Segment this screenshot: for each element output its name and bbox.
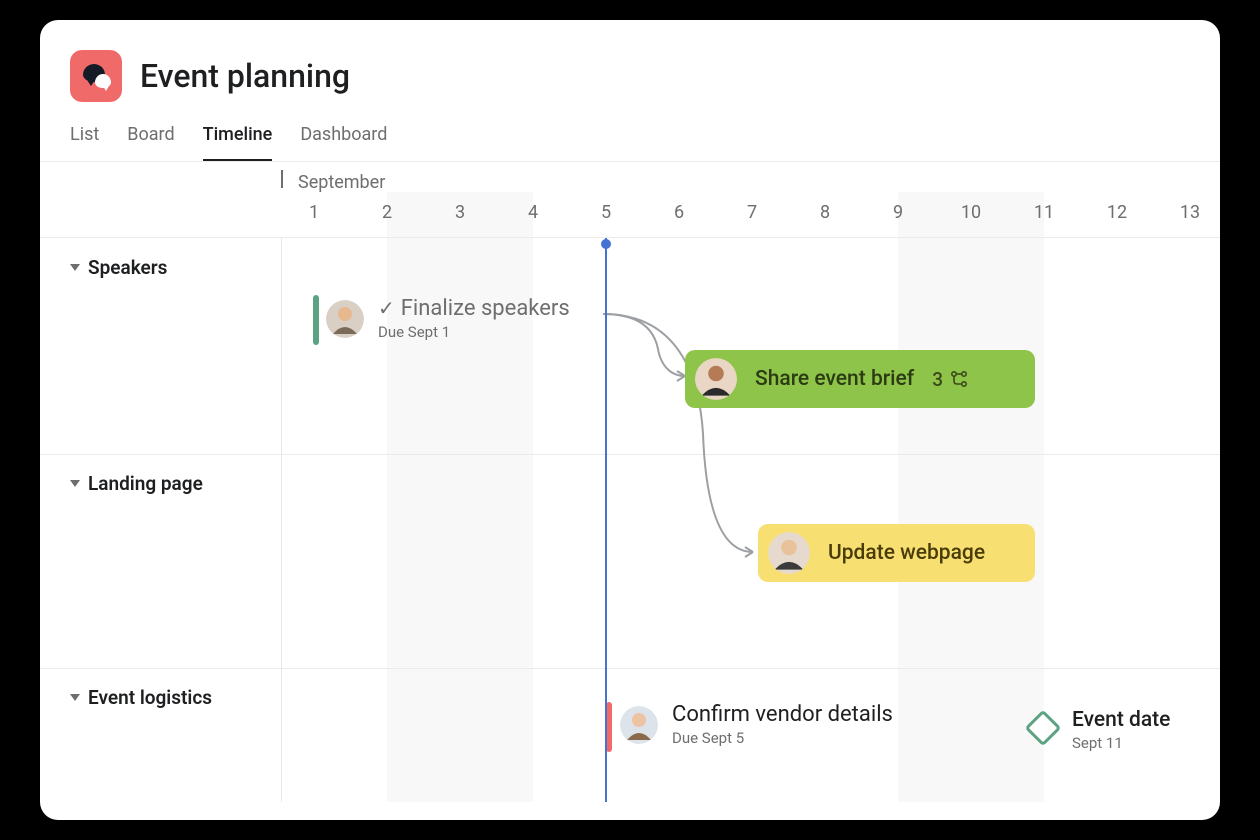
task-confirm-vendor-details[interactable]: Confirm vendor details Due Sept 5 [620, 702, 893, 747]
milestone-subtitle: Sept 11 [1072, 734, 1170, 752]
date-header: 6 [674, 202, 684, 223]
milestone-event-date[interactable]: Event date Sept 11 [1072, 708, 1170, 752]
task-title: Confirm vendor details [672, 702, 893, 727]
assignee-avatar[interactable] [768, 532, 810, 574]
check-icon: ✓ [378, 296, 395, 320]
month-tick [281, 170, 283, 188]
assignee-avatar[interactable] [326, 300, 364, 338]
caret-down-icon [70, 264, 80, 271]
date-header: 7 [747, 202, 757, 223]
app-window: Event planning List Board Timeline Dashb… [40, 20, 1220, 820]
section-landing-page[interactable]: Landing page [70, 472, 203, 495]
section-label: Event logistics [88, 686, 212, 709]
caret-down-icon [70, 480, 80, 487]
view-tabs: List Board Timeline Dashboard [40, 102, 1220, 162]
month-label: September [298, 172, 385, 193]
tab-dashboard[interactable]: Dashboard [300, 124, 387, 161]
date-header: 8 [820, 202, 830, 223]
date-header: 3 [455, 202, 465, 223]
section-label: Speakers [88, 256, 167, 279]
subtask-count[interactable]: 3 [932, 368, 969, 391]
task-subtitle: Due Sept 5 [672, 729, 893, 747]
header: Event planning [40, 20, 1220, 102]
task-status-pill [313, 295, 319, 345]
speech-bubble-light-icon [95, 74, 111, 88]
task-title: Share event brief [755, 367, 914, 391]
tab-timeline[interactable]: Timeline [203, 124, 273, 161]
caret-down-icon [70, 694, 80, 701]
task-finalize-speakers[interactable]: ✓Finalize speakers Due Sept 1 [326, 296, 570, 341]
date-axis: 1 2 3 4 5 6 7 8 9 10 11 12 13 [40, 202, 1220, 232]
section-speakers[interactable]: Speakers [70, 256, 167, 279]
tab-board[interactable]: Board [127, 124, 174, 161]
section-event-logistics[interactable]: Event logistics [70, 686, 212, 709]
weekend-shade [898, 192, 1044, 802]
date-header: 13 [1180, 202, 1200, 223]
task-share-event-brief[interactable]: Share event brief 3 [685, 350, 1035, 408]
subtask-icon [949, 369, 969, 389]
task-update-webpage[interactable]: Update webpage [758, 524, 1035, 582]
gridline [281, 237, 282, 802]
today-indicator-dot [601, 239, 611, 249]
project-icon [70, 50, 122, 102]
date-header: 9 [893, 202, 903, 223]
date-header: 10 [961, 202, 981, 223]
date-header: 4 [528, 202, 538, 223]
weekend-shade [387, 192, 533, 802]
project-title: Event planning [140, 57, 350, 95]
date-header: 11 [1034, 202, 1054, 223]
date-header: 2 [382, 202, 392, 223]
assignee-avatar[interactable] [620, 706, 658, 744]
divider [40, 668, 1220, 669]
date-header: 12 [1107, 202, 1127, 223]
date-header: 5 [601, 202, 611, 223]
task-subtitle: Due Sept 1 [378, 323, 570, 341]
milestone-title: Event date [1072, 708, 1170, 732]
section-label: Landing page [88, 472, 203, 495]
task-title: Update webpage [828, 541, 985, 565]
assignee-avatar[interactable] [695, 358, 737, 400]
divider [40, 237, 1220, 238]
date-header: 1 [309, 202, 319, 223]
task-title: ✓Finalize speakers [378, 296, 570, 321]
timeline-view[interactable]: September 1 2 3 4 5 6 7 8 9 10 11 12 13 … [40, 162, 1220, 802]
today-indicator-line [605, 238, 607, 802]
tab-list[interactable]: List [70, 124, 99, 161]
